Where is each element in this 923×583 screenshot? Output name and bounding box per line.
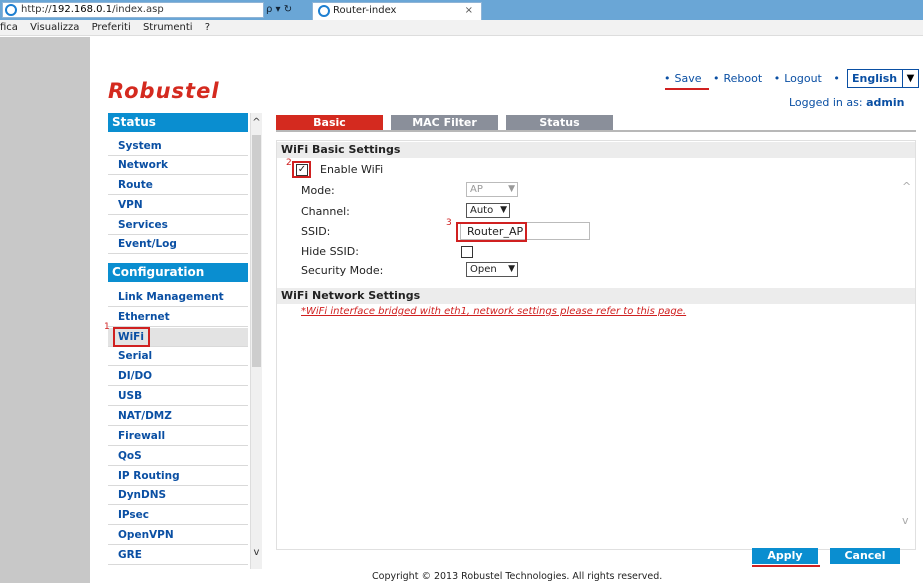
tab-divider: [276, 130, 916, 132]
sidebar-item-openvpn[interactable]: OpenVPN: [108, 526, 248, 545]
browser-menu-bar: fica Visualizza Preferiti Strumenti ?: [0, 20, 923, 36]
hide-ssid-label: Hide SSID:: [301, 245, 359, 258]
ssid-label: SSID:: [301, 225, 331, 238]
mode-label: Mode:: [301, 184, 335, 197]
sidebar-item-eventlog[interactable]: Event/Log: [108, 235, 248, 254]
sidebar-item-ethernet[interactable]: Ethernet: [108, 308, 248, 327]
ssid-value: Router_AP: [467, 225, 524, 238]
language-value: English: [852, 72, 898, 85]
security-mode-select[interactable]: Open ▼: [466, 262, 518, 277]
sidebar-item-dido[interactable]: DI/DO: [108, 367, 248, 386]
sidebar-item-firewall[interactable]: Firewall: [108, 427, 248, 446]
sidebar-item-qos[interactable]: QoS: [108, 447, 248, 466]
sidebar-item-dyndns[interactable]: DynDNS: [108, 486, 248, 505]
scroll-thumb[interactable]: [252, 135, 261, 367]
sidebar-item-vpn[interactable]: VPN: [108, 196, 248, 215]
language-select[interactable]: English ▼: [847, 69, 919, 88]
security-mode-label: Security Mode:: [301, 264, 384, 277]
sidebar-item-gre[interactable]: GRE: [108, 546, 248, 565]
menu-item-preferiti[interactable]: Preferiti: [92, 22, 131, 33]
cancel-button[interactable]: Cancel: [830, 548, 900, 564]
save-highlight: [665, 88, 709, 90]
address-controls[interactable]: ρ ▾ ↻: [266, 2, 310, 18]
tab-title: Router-index: [333, 5, 397, 16]
robustel-logo: Robustel: [108, 79, 220, 103]
annotation-1: 1: [104, 322, 110, 332]
wifi-basic-settings-title: WiFi Basic Settings: [277, 142, 915, 158]
sidebar-item-link-management[interactable]: Link Management: [108, 288, 248, 307]
menu-item-visualizza[interactable]: Visualizza: [30, 22, 79, 33]
sidebar-item-services[interactable]: Services: [108, 216, 248, 235]
address-bar[interactable]: http://192.168.0.1/index.asp: [2, 2, 264, 18]
chevron-down-icon: ▼: [508, 184, 515, 194]
copyright-text: Copyright © 2013 Robustel Technologies. …: [372, 571, 663, 582]
content-scroll-up-icon[interactable]: ^: [902, 180, 911, 193]
tab-basic[interactable]: Basic: [276, 115, 383, 130]
network-settings-note-link[interactable]: *WiFi interface bridged with eth1, netwo…: [301, 306, 686, 317]
logged-in-label: Logged in as:: [789, 96, 863, 109]
content-scroll-down-icon[interactable]: v: [902, 514, 909, 527]
menu-item-strumenti[interactable]: Strumenti: [143, 22, 193, 33]
sidebar-item-usb[interactable]: USB: [108, 387, 248, 406]
hide-ssid-checkbox[interactable]: [461, 246, 473, 258]
sidebar-item-system[interactable]: System: [108, 137, 248, 156]
page-margin: [0, 37, 90, 583]
menu-item-modifica[interactable]: fica: [0, 22, 18, 33]
security-mode-value: Open: [470, 264, 497, 275]
top-nav: • Save • Reboot • Logout •: [664, 72, 840, 85]
wifi-settings-panel: WiFi Basic Settings WiFi Network Setting…: [276, 140, 916, 550]
chevron-down-icon: ▼: [902, 70, 918, 87]
scroll-up-icon[interactable]: ^: [251, 117, 262, 128]
sidebar-scrollbar[interactable]: ^ v: [250, 113, 262, 569]
wifi-network-settings-title: WiFi Network Settings: [277, 288, 915, 304]
sidebar-config-header: Configuration: [108, 263, 248, 282]
sidebar-item-serial[interactable]: Serial: [108, 347, 248, 366]
sidebar-status-header: Status: [108, 113, 248, 132]
ie-logo-icon: [5, 4, 17, 16]
address-text: http://192.168.0.1/index.asp: [21, 4, 164, 15]
annotation-2: 2: [286, 158, 292, 168]
ie-tab-icon: [318, 5, 330, 17]
tab-close-icon[interactable]: ×: [465, 3, 473, 19]
sidebar-item-ipsec[interactable]: IPsec: [108, 506, 248, 525]
sidebar-item-natdmz[interactable]: NAT/DMZ: [108, 407, 248, 426]
sidebar-item-ip-routing[interactable]: IP Routing: [108, 467, 248, 486]
logged-in-user: admin: [866, 96, 905, 109]
scroll-down-icon[interactable]: v: [251, 547, 262, 558]
apply-highlight: [752, 565, 820, 567]
menu-item-help[interactable]: ?: [205, 22, 210, 33]
annotation-3: 3: [446, 218, 452, 228]
channel-select[interactable]: Auto ▼: [466, 203, 510, 218]
sidebar-item-network[interactable]: Network: [108, 156, 248, 175]
browser-tab[interactable]: Router-index ×: [312, 2, 482, 20]
channel-label: Channel:: [301, 205, 350, 218]
mode-value: AP: [470, 184, 483, 195]
reboot-link[interactable]: Reboot: [724, 72, 763, 85]
wifi-highlight-box: [113, 327, 150, 347]
sidebar-item-route[interactable]: Route: [108, 176, 248, 195]
chevron-down-icon: ▼: [500, 205, 507, 215]
save-link[interactable]: Save: [675, 72, 702, 85]
mode-select: AP ▼: [466, 182, 518, 197]
apply-button[interactable]: Apply: [752, 548, 818, 564]
chevron-down-icon: ▼: [508, 264, 515, 274]
logout-link[interactable]: Logout: [784, 72, 822, 85]
logged-in-info: Logged in as: admin: [789, 96, 904, 109]
tab-mac-filter[interactable]: MAC Filter: [391, 115, 498, 130]
enable-wifi-label: Enable WiFi: [320, 163, 384, 176]
channel-value: Auto: [470, 205, 494, 216]
enable-wifi-checkbox[interactable]: ✓: [296, 164, 308, 176]
tab-status[interactable]: Status: [506, 115, 613, 130]
